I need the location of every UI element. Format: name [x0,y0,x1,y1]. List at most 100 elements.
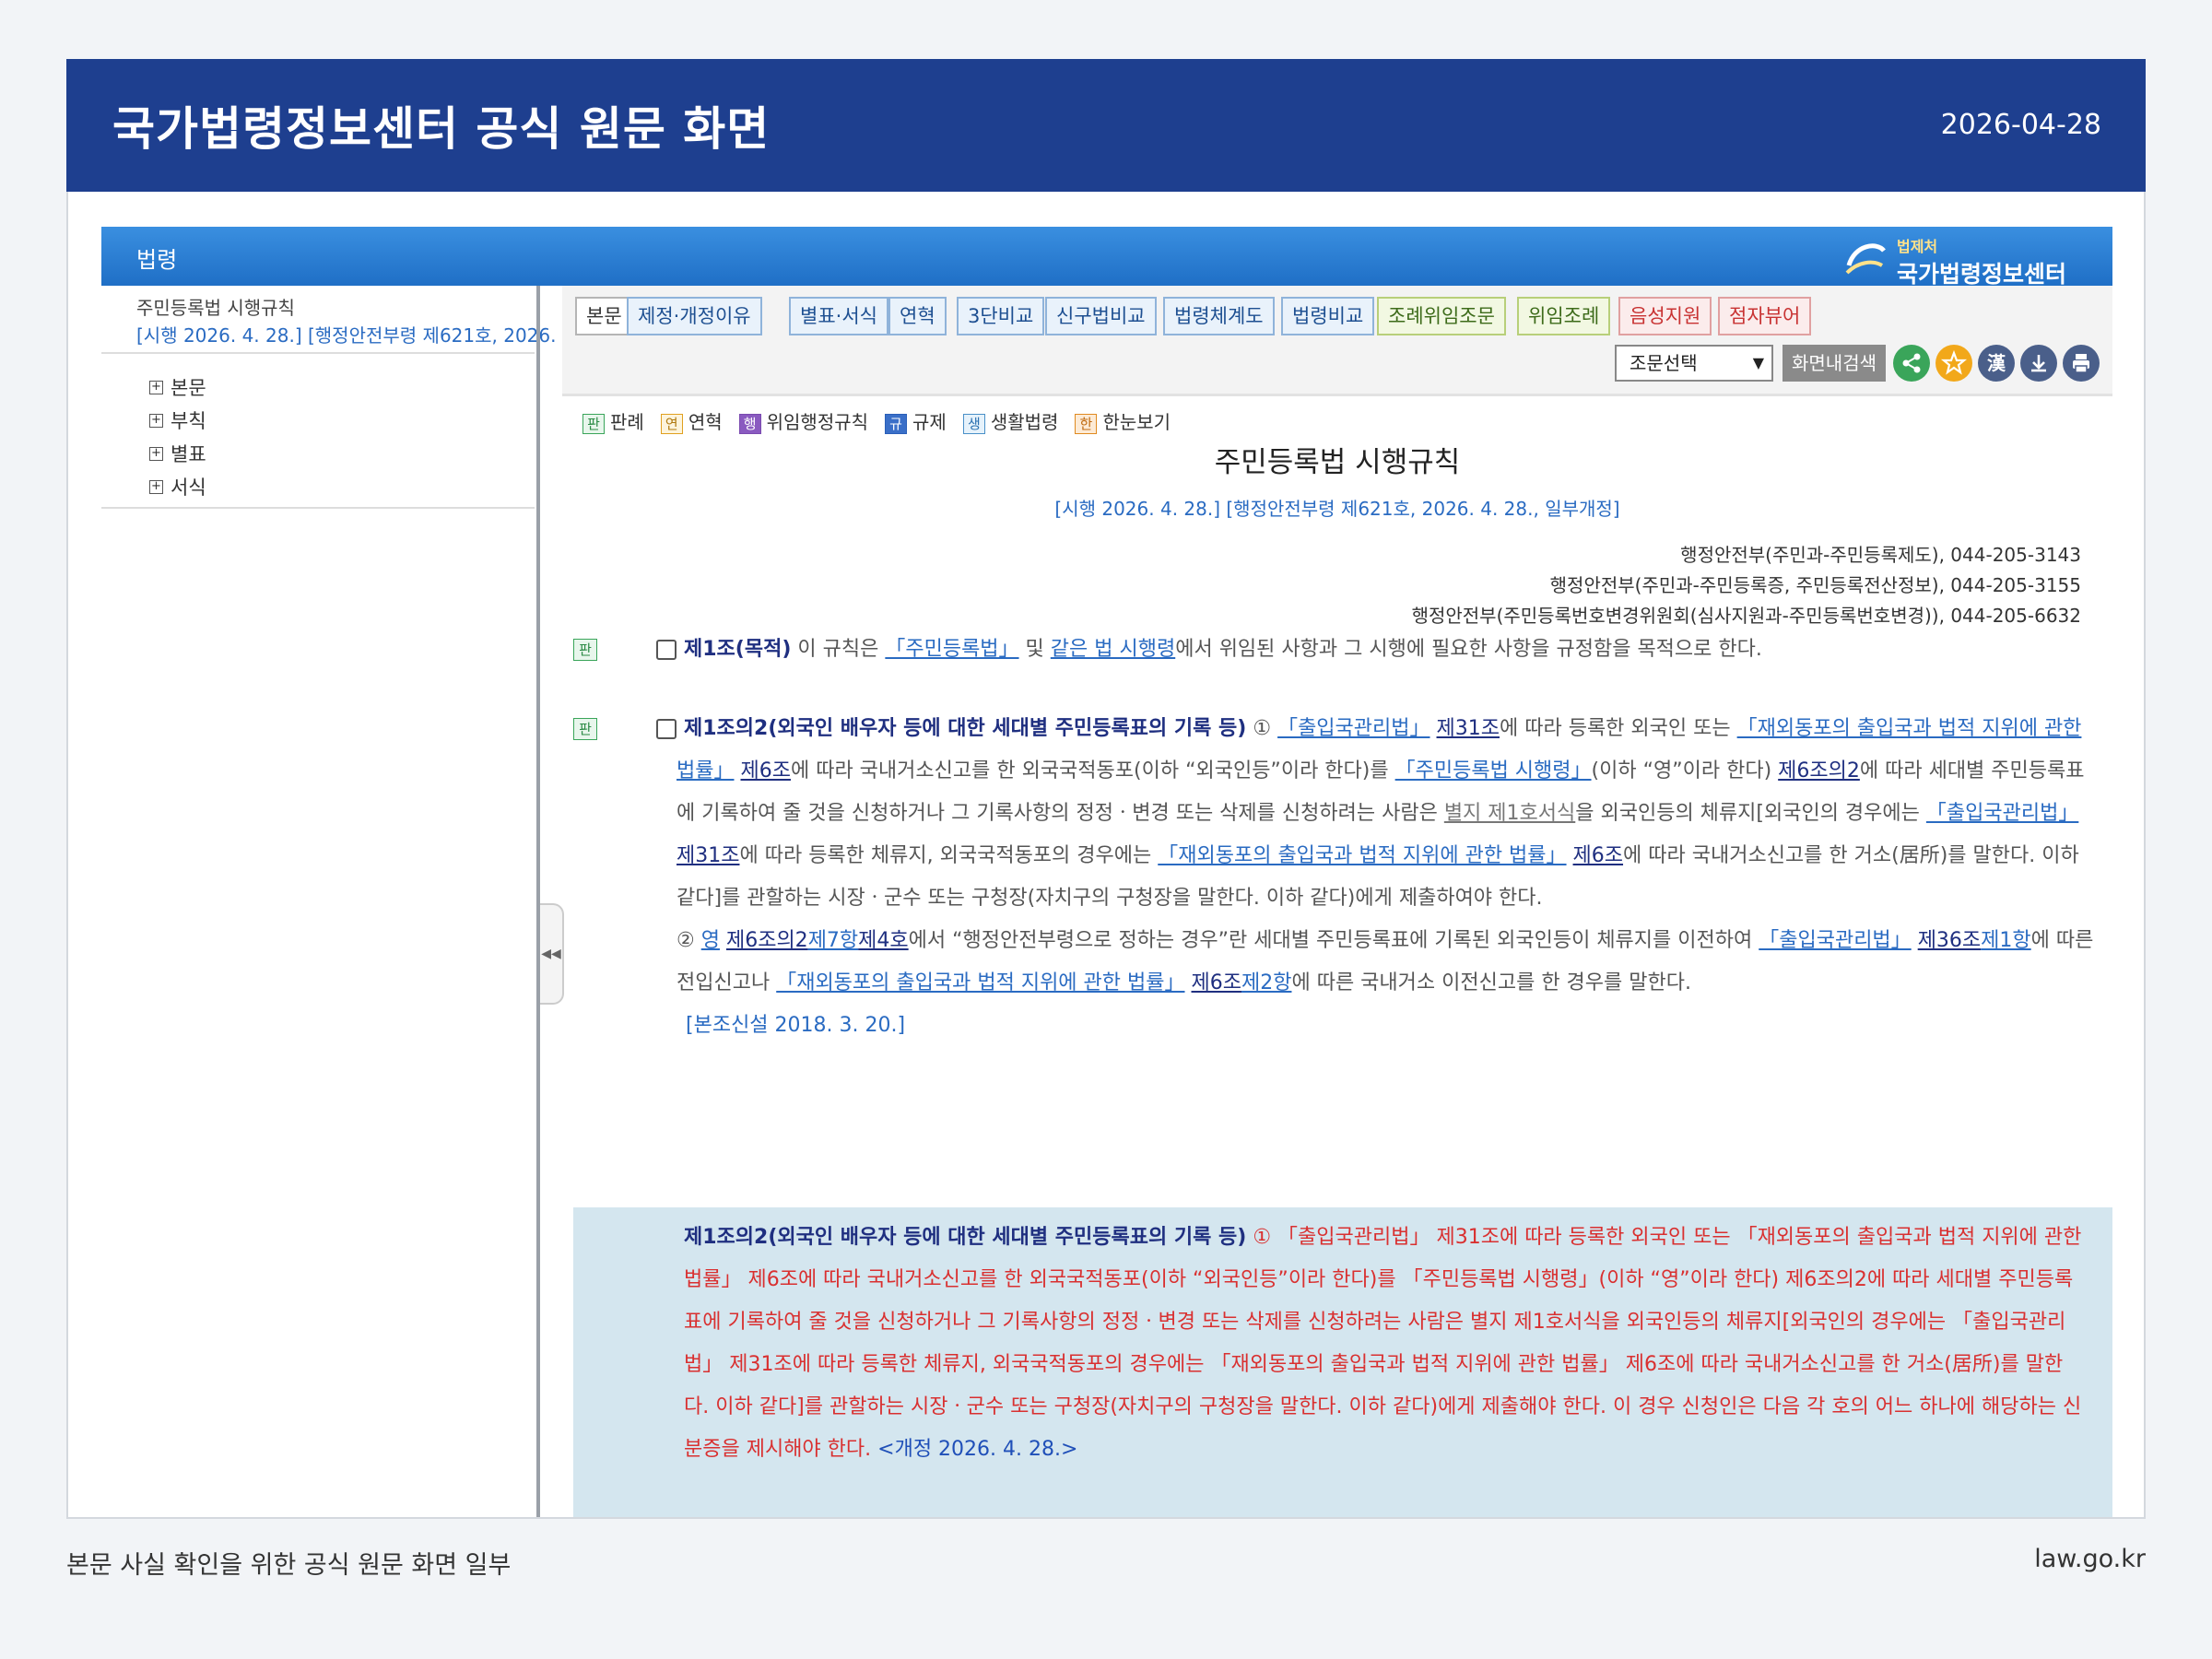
ministry-contact: 행정안전부(주민과-주민등록증, 주민등록전산정보), 044-205-3155 [1549,574,2081,596]
tab-history[interactable]: 연혁 [888,297,947,335]
clause-link[interactable]: 제7항 [808,929,858,952]
pane-splitter[interactable] [536,286,540,1517]
legend-item-delegated-rule[interactable]: 행 위임행정규칙 [738,407,869,434]
article-link[interactable]: 제31조 [1437,717,1500,740]
article-text: 에서 위임된 사항과 그 시행에 필요한 사항을 규정함을 목적으로 한다. [1175,638,1762,661]
article-link[interactable]: 제6조 [740,759,790,782]
legend-label: 위임행정규칙 [766,411,869,433]
legend-label: 규제 [912,411,947,433]
share-icon[interactable] [1893,345,1930,382]
law-link[interactable]: 「주민등록법」 [885,638,1018,661]
precedent-tag[interactable]: 판 [573,718,597,740]
article-link[interactable]: 제6조 [1573,844,1623,867]
article-select-value: 조문선택 [1630,352,1698,374]
ministry-contact: 행정안전부(주민과-주민등록제도), 044-205-3143 [1680,544,2081,566]
tab-revision-reason[interactable]: 제정·개정이유 [627,297,762,335]
legend-tag: 생 [962,413,985,434]
sidebar-divider [101,507,535,509]
expand-icon[interactable]: + [149,413,163,428]
law-link[interactable]: 「출입국관리법」 [1759,929,1911,952]
tab-law-hierarchy[interactable]: 법령체계도 [1163,297,1275,335]
chevron-down-icon: ▼ [1752,354,1764,371]
law-header-bar: 법령 법제처 국가법령정보센터 [101,227,2112,289]
tree-item-label: 부칙 [171,410,206,432]
banner-title: 국가법령정보센터 공식 원문 화면 [112,102,771,156]
tab-delegated-ordinance[interactable]: 위임조례 [1517,297,1611,335]
law-link[interactable]: 영 [701,929,720,952]
legend-label: 연혁 [688,411,723,433]
download-icon[interactable] [2020,345,2057,382]
article-checkbox[interactable] [656,640,677,660]
footer-caption: 본문 사실 확인을 위한 공식 원문 화면 일부 [66,1551,512,1580]
law-center-logo[interactable]: 법제처 국가법령정보센터 [1845,234,2066,289]
law-link[interactable]: 「재외동포의 출입국과 법적 지위에 관한 법률」 [776,971,1184,994]
logo-swirl-icon [1845,243,1886,275]
expand-icon[interactable]: + [149,380,163,394]
law-link[interactable]: 「주민등록법 시행령」 [1395,759,1592,782]
law-bar-label: 법령 [136,247,178,273]
article-text: 에 따른 국내거소 이전신고를 한 경우를 말한다. [1291,971,1691,994]
print-icon[interactable] [2063,345,2100,382]
sidebar: 주민등록법 시행규칙 [시행 2026. 4. 28.] [행정안전부령 제62… [101,286,606,1517]
tree-item-body[interactable]: + 본문 [149,371,206,404]
screenshot-frame: 법령 법제처 국가법령정보센터 주민등록법 시행규칙 [시행 2026. 4. … [66,192,2146,1519]
hanja-icon[interactable]: 漢 [1978,345,2015,382]
ministry-contact: 행정안전부(주민등록번호변경위원회(심사지원과-주민등록번호변경)), 044-… [1411,605,2081,627]
article-link[interactable]: 제6조의2 [726,929,808,952]
clause-link[interactable]: 제1항 [1981,929,2030,952]
law-link[interactable]: 「재외동포의 출입국과 법적 지위에 관한 법률」 [1158,844,1566,867]
ministry-contacts: 행정안전부(주민과-주민등록제도), 044-205-3143 행정안전부(주민… [1412,540,2081,631]
tab-ordinance-delegation[interactable]: 조례위임조문 [1377,297,1506,335]
precedent-tag[interactable]: 판 [573,639,597,661]
tab-voice-support[interactable]: 음성지원 [1618,297,1712,335]
sidebar-tree: + 본문 + 부칙 + 별표 + 서식 [149,371,206,503]
article-select[interactable]: 조문선택 ▼ [1615,345,1773,382]
article-checkbox[interactable] [656,719,677,739]
tab-law-compare[interactable]: 법령비교 [1281,297,1375,335]
star-icon[interactable] [1936,345,1972,382]
article-link[interactable]: 제31조 [677,844,739,867]
tree-item-label: 서식 [171,477,206,499]
tab-body[interactable]: 본문 [575,297,633,335]
article-text: 에 따라 등록한 외국인 또는 [1500,717,1737,740]
law-link[interactable]: 같은 법 시행령 [1051,638,1175,661]
article-text: (이하 “영”이라 한다) [1591,759,1779,782]
article-1: 판 제1조(목적) 이 규칙은 「주민등록법」 및 같은 법 시행령에서 위임된… [573,629,2094,671]
article-heading: 제1조(목적) [684,638,792,661]
article-note: [본조신설 2018. 3. 20.] [686,1014,906,1037]
law-link[interactable]: 「출입국관리법」 [1926,802,2078,825]
legend-item-precedent[interactable]: 판 판례 [582,407,644,434]
in-page-search-button[interactable]: 화면내검색 [1783,345,1886,382]
amendment-text: 제1조의2(외국인 배우자 등에 대한 세대별 주민등록표의 기록 등) ① 「… [684,1217,2085,1471]
tab-braille-viewer[interactable]: 점자뷰어 [1718,297,1812,335]
article-link[interactable]: 제6조 [1192,971,1241,994]
tree-item-addenda[interactable]: + 부칙 [149,404,206,437]
tab-old-new-compare[interactable]: 신구법비교 [1045,297,1157,335]
expand-icon[interactable]: + [149,446,163,461]
article-link[interactable]: 제6조의2 [1778,759,1860,782]
sidebar-doc-sub: [시행 2026. 4. 28.] [행정안전부령 제621호, 2026. 4… [136,324,570,347]
article-link[interactable]: 제36조 [1918,929,1981,952]
tree-item-forms[interactable]: + 서식 [149,470,206,503]
legend-item-regulation[interactable]: 규 규제 [885,407,947,434]
article-text: 에 따라 등록한 체류지, 외국국적동포의 경우에는 [739,844,1159,867]
item-link[interactable]: 제4호 [858,929,908,952]
clause-link[interactable]: 제2항 [1241,971,1291,994]
law-link[interactable]: 「출입국관리법」 [1277,717,1430,740]
article-note-row: [본조신설 2018. 3. 20.] [656,1005,2094,1047]
legend-bar: 판 판례 연 연혁 행 위임행정규칙 규 규제 생 생활법령 한 한눈보기 [582,407,1171,434]
expand-icon[interactable]: + [149,479,163,494]
tree-item-tables[interactable]: + 별표 [149,437,206,470]
legend-tag: 한 [1075,413,1098,434]
tab-tables-forms[interactable]: 별표·서식 [789,297,888,335]
form-link[interactable]: 별지 제1호서식 [1444,802,1575,825]
collapse-sidebar-handle[interactable]: ◀◀ [540,903,564,1005]
legend-item-history[interactable]: 연 연혁 [660,407,723,434]
logo-small-text: 법제처 [1896,238,1938,255]
article-paragraph-2: ② 영 제6조의2제7항제4호에서 “행정안전부령으로 정하는 경우”란 세대별… [656,920,2094,1005]
footer-source: law.go.kr [2034,1545,2146,1573]
legend-item-glance[interactable]: 한 한눈보기 [1075,407,1171,434]
tab-three-way-compare[interactable]: 3단비교 [957,297,1045,335]
sidebar-doc-title[interactable]: 주민등록법 시행규칙 [136,293,295,320]
legend-item-living-law[interactable]: 생 생활법령 [962,407,1058,434]
